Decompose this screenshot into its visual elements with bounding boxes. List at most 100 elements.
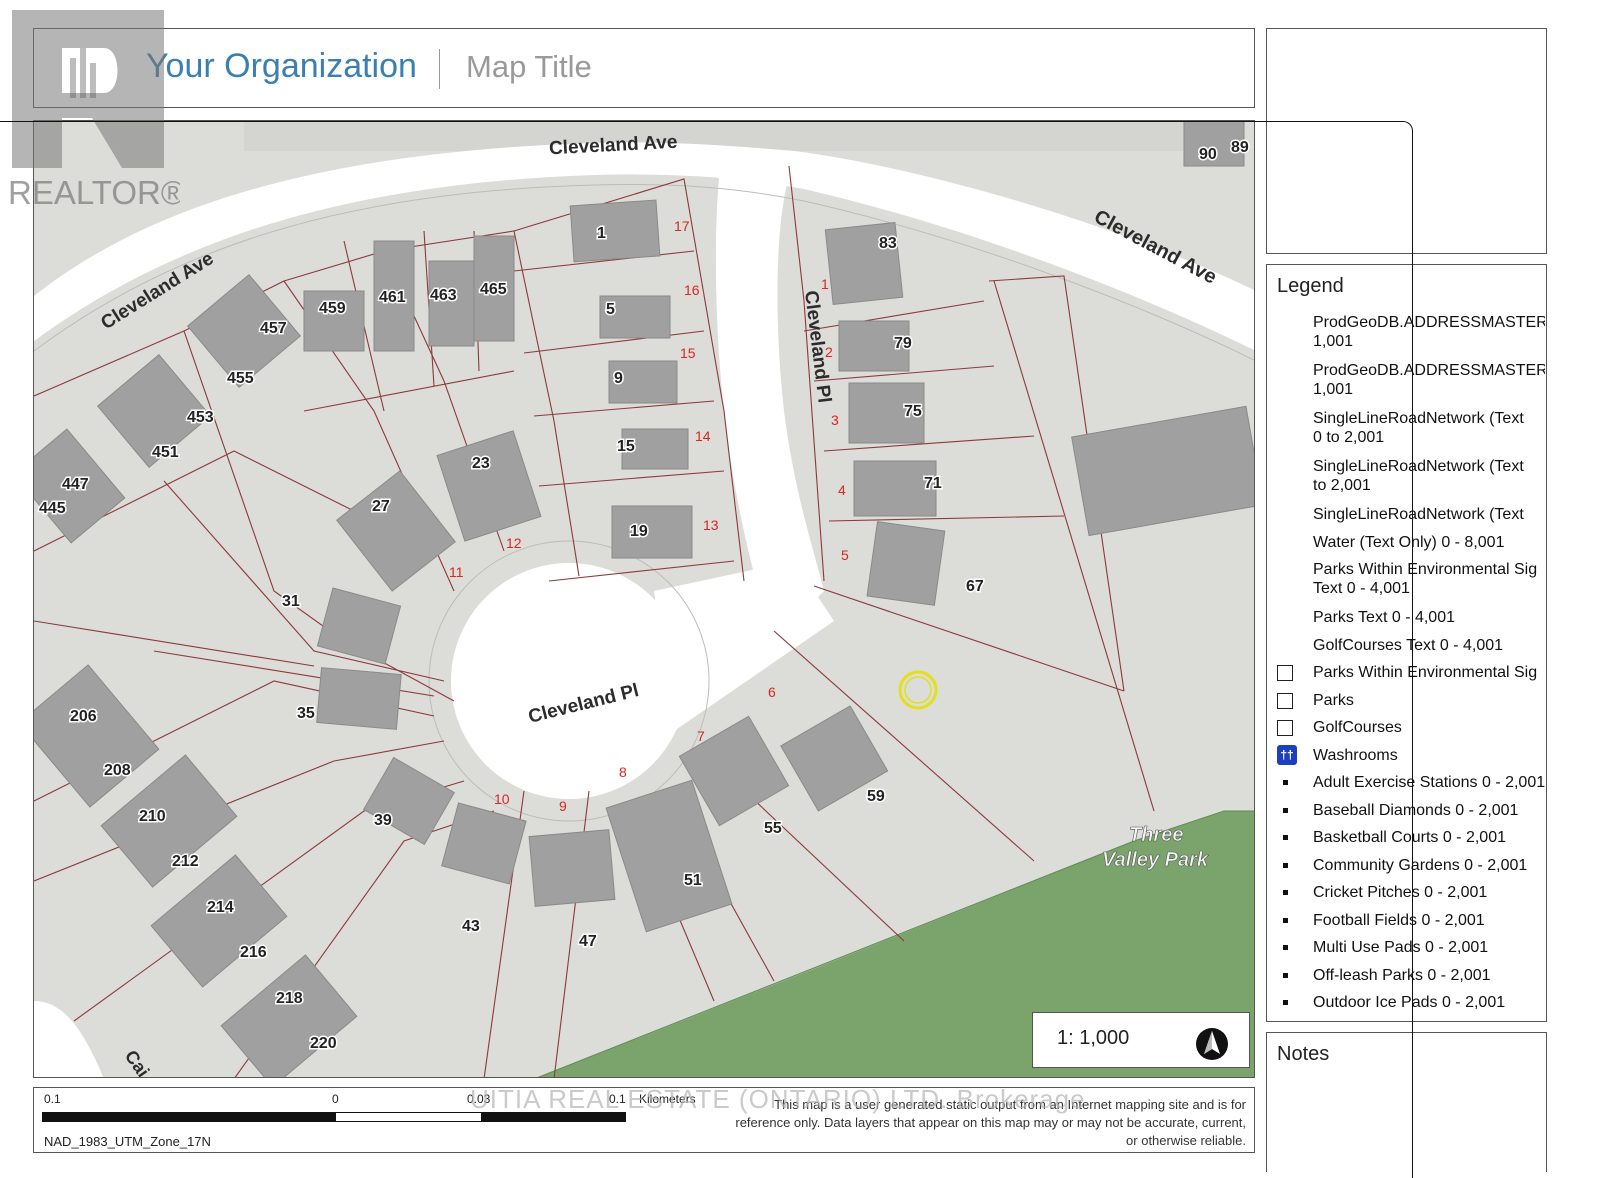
legend-bullet-icon	[1283, 780, 1288, 785]
legend-item-label: SingleLineRoadNetwork (Text	[1313, 458, 1524, 475]
svg-text:218: 218	[276, 990, 303, 1007]
svg-text:4: 4	[838, 482, 846, 498]
road-cul-de-sac	[451, 563, 687, 799]
svg-text:465: 465	[480, 281, 507, 298]
legend-item-sublabel: Text 0 - 4,001	[1313, 580, 1410, 597]
scalebar-label: 0	[332, 1092, 339, 1106]
legend-item-label: Parks	[1313, 691, 1354, 709]
scale-ratio-box: 1: 1,000	[1032, 1012, 1250, 1068]
park-label: Three	[1129, 824, 1183, 846]
svg-text:55: 55	[764, 820, 782, 837]
svg-text:16: 16	[684, 282, 700, 298]
svg-text:15: 15	[680, 345, 696, 361]
svg-text:461: 461	[379, 289, 406, 306]
svg-text:7: 7	[697, 728, 705, 744]
legend-item-label: ProdGeoDB.ADDRESSMASTER	[1313, 314, 1545, 331]
legend-item-label: Parks Within Environmental Sig	[1313, 561, 1538, 578]
projection-label: NAD_1983_UTM_Zone_17N	[44, 1134, 211, 1149]
svg-text:9: 9	[559, 798, 567, 814]
svg-text:9: 9	[614, 370, 623, 387]
svg-text:457: 457	[260, 320, 287, 337]
legend-bullet-icon	[1283, 890, 1288, 895]
svg-text:206: 206	[70, 708, 97, 725]
svg-text:27: 27	[372, 498, 390, 515]
legend-item-label: Multi Use Pads 0 - 2,001	[1313, 939, 1489, 956]
svg-text:5: 5	[606, 301, 615, 318]
legend-item-sublabel: 1,001	[1313, 333, 1354, 350]
legend-title: Legend	[1277, 275, 1344, 297]
svg-text:5: 5	[841, 547, 849, 563]
map-header: Your Organization Map Title	[33, 28, 1255, 108]
legend-bullet-icon	[1283, 862, 1288, 868]
north-arrow-icon	[1196, 1028, 1228, 1060]
svg-text:83: 83	[879, 235, 897, 252]
scalebar-label: 0.1	[44, 1092, 61, 1106]
svg-text:47: 47	[579, 933, 597, 950]
legend-item-label: Cricket Pitches 0 - 2,001	[1313, 884, 1488, 901]
park-label: Valley Park	[1102, 849, 1209, 871]
svg-text:11: 11	[449, 564, 464, 580]
svg-text:455: 455	[227, 370, 254, 387]
svg-text:208: 208	[104, 762, 131, 779]
legend-bullet-icon	[1283, 1000, 1288, 1005]
legend-bullet-icon	[1283, 917, 1288, 923]
svg-text:214: 214	[207, 899, 234, 916]
notes-title: Notes	[1277, 1043, 1330, 1065]
legend-panel: Legend ProdGeoDB.ADDRESSMASTER 1,001 ProdG…	[1266, 264, 1547, 1022]
svg-text:15: 15	[617, 438, 635, 455]
header-separator	[439, 49, 440, 89]
legend-item-label: Parks Text 0 - 4,001	[1313, 609, 1455, 626]
legend-bullet-icon	[1283, 807, 1288, 813]
legend-item-label: Outdoor Ice Pads 0 - 2,001	[1313, 994, 1506, 1011]
svg-text:445: 445	[39, 500, 66, 517]
svg-text:1: 1	[821, 276, 829, 292]
legend-item-sublabel: 1,001	[1313, 381, 1354, 398]
legend-checkbox-icon	[1277, 665, 1293, 681]
legend-item-label: Parks Within Environmental Sig	[1313, 664, 1538, 681]
svg-text:1: 1	[597, 225, 606, 242]
map-svg: Cleveland Ave Cleveland Ave Cleveland Av…	[34, 121, 1254, 1077]
svg-text:10: 10	[494, 791, 510, 807]
legend-item-label: GolfCourses	[1313, 719, 1402, 736]
svg-text:12: 12	[506, 535, 522, 551]
svg-text:6: 6	[768, 684, 776, 700]
svg-text:43: 43	[462, 918, 480, 935]
svg-text:REALTOR®: REALTOR®	[8, 174, 180, 211]
svg-text:71: 71	[924, 475, 942, 492]
scale-ratio: 1: 1,000	[1057, 1027, 1130, 1049]
realtor-logo-watermark: REALTOR®	[8, 10, 180, 211]
legend-item-label: Water (Text Only) 0 - 8,001	[1313, 533, 1505, 551]
svg-text:59: 59	[867, 788, 885, 805]
washroom-icon: ††	[1277, 744, 1297, 765]
side-panel-top	[1266, 28, 1547, 254]
legend-item-label: Adult Exercise Stations 0 - 2,001	[1313, 774, 1545, 791]
legend-item-label: Community Gardens 0 - 2,001	[1313, 856, 1528, 874]
svg-text:19: 19	[630, 523, 648, 540]
legend-item-sublabel: 0 to 2,001	[1313, 429, 1385, 446]
organization-name: Your Organization	[146, 47, 417, 85]
legend-item-label: SingleLineRoadNetwork (Text	[1313, 410, 1524, 427]
map-canvas[interactable]: Cleveland Ave Cleveland Ave Cleveland Av…	[33, 120, 1255, 1078]
brokerage-watermark: UITIA REAL ESTATE (ONTARIO) LTD. Brokera…	[470, 1084, 1086, 1114]
svg-text:210: 210	[139, 808, 166, 825]
svg-text:35: 35	[297, 705, 315, 722]
legend-item-sublabel: to 2,001	[1313, 477, 1371, 494]
svg-text:8: 8	[619, 764, 627, 780]
svg-text:447: 447	[62, 476, 89, 493]
legend-bullet-icon	[1283, 945, 1288, 950]
svg-text:14: 14	[695, 428, 711, 444]
legend-item-label: Off-leash Parks 0 - 2,001	[1313, 966, 1491, 984]
legend-item-label: ProdGeoDB.ADDRESSMASTER	[1313, 362, 1545, 379]
legend-item-label: Basketball Courts 0 - 2,001	[1313, 829, 1506, 846]
svg-text:459: 459	[319, 300, 346, 317]
svg-text:67: 67	[966, 578, 984, 595]
svg-text:17: 17	[674, 218, 690, 234]
svg-text:451: 451	[152, 444, 179, 461]
legend-item-label: Washrooms	[1313, 746, 1398, 764]
svg-text:453: 453	[187, 409, 214, 426]
svg-text:75: 75	[904, 403, 922, 420]
svg-text:216: 216	[240, 944, 267, 961]
map-title: Map Title	[466, 49, 592, 84]
svg-text:31: 31	[282, 593, 300, 610]
svg-text:13: 13	[703, 517, 719, 533]
